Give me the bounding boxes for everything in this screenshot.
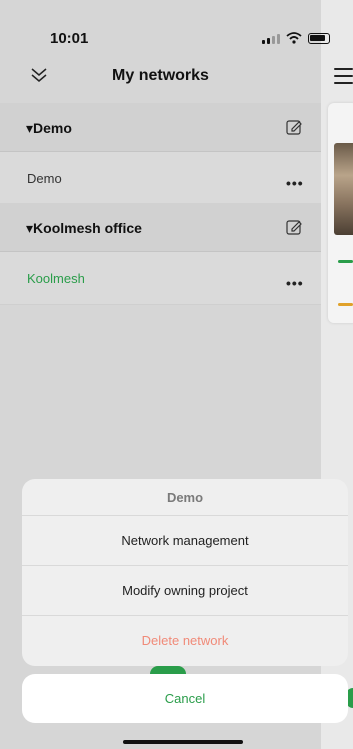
more-icon[interactable]: ••• xyxy=(286,175,304,191)
group-title: ▾Koolmesh office xyxy=(26,220,142,236)
status-line-green xyxy=(338,260,353,263)
header: My networks xyxy=(0,58,321,100)
action-sheet-title: Demo xyxy=(22,479,348,516)
status-bar: 10:01 xyxy=(0,0,330,58)
edit-icon[interactable] xyxy=(286,219,302,235)
page-title: My networks xyxy=(112,67,209,84)
network-name: Koolmesh xyxy=(27,271,85,286)
battery-icon xyxy=(308,33,330,44)
status-time: 10:01 xyxy=(50,30,89,47)
modify-owning-project-button[interactable]: Modify owning project xyxy=(22,566,348,616)
status-line-orange xyxy=(338,303,353,306)
edit-icon[interactable] xyxy=(286,119,302,135)
network-name: Demo xyxy=(27,171,62,186)
center-tab-indicator xyxy=(150,666,186,674)
wifi-icon xyxy=(286,32,302,44)
delete-network-button[interactable]: Delete network xyxy=(22,616,348,666)
group-header-koolmesh-office[interactable]: ▾Koolmesh office xyxy=(0,203,321,252)
group-title: ▾Demo xyxy=(26,120,72,136)
cancel-button[interactable]: Cancel xyxy=(22,674,348,723)
more-icon[interactable]: ••• xyxy=(286,275,304,291)
list-item-network-demo[interactable]: Demo ••• xyxy=(0,152,321,205)
action-sheet: Demo Network management Modify owning pr… xyxy=(22,479,348,666)
network-management-button[interactable]: Network management xyxy=(22,516,348,566)
list-menu-icon[interactable] xyxy=(334,66,353,86)
network-thumbnail xyxy=(334,143,353,235)
signal-icon xyxy=(262,34,280,44)
home-indicator xyxy=(123,740,243,744)
group-header-demo[interactable]: ▾Demo xyxy=(0,103,321,152)
list-item-network-koolmesh[interactable]: Koolmesh ••• xyxy=(0,252,321,305)
